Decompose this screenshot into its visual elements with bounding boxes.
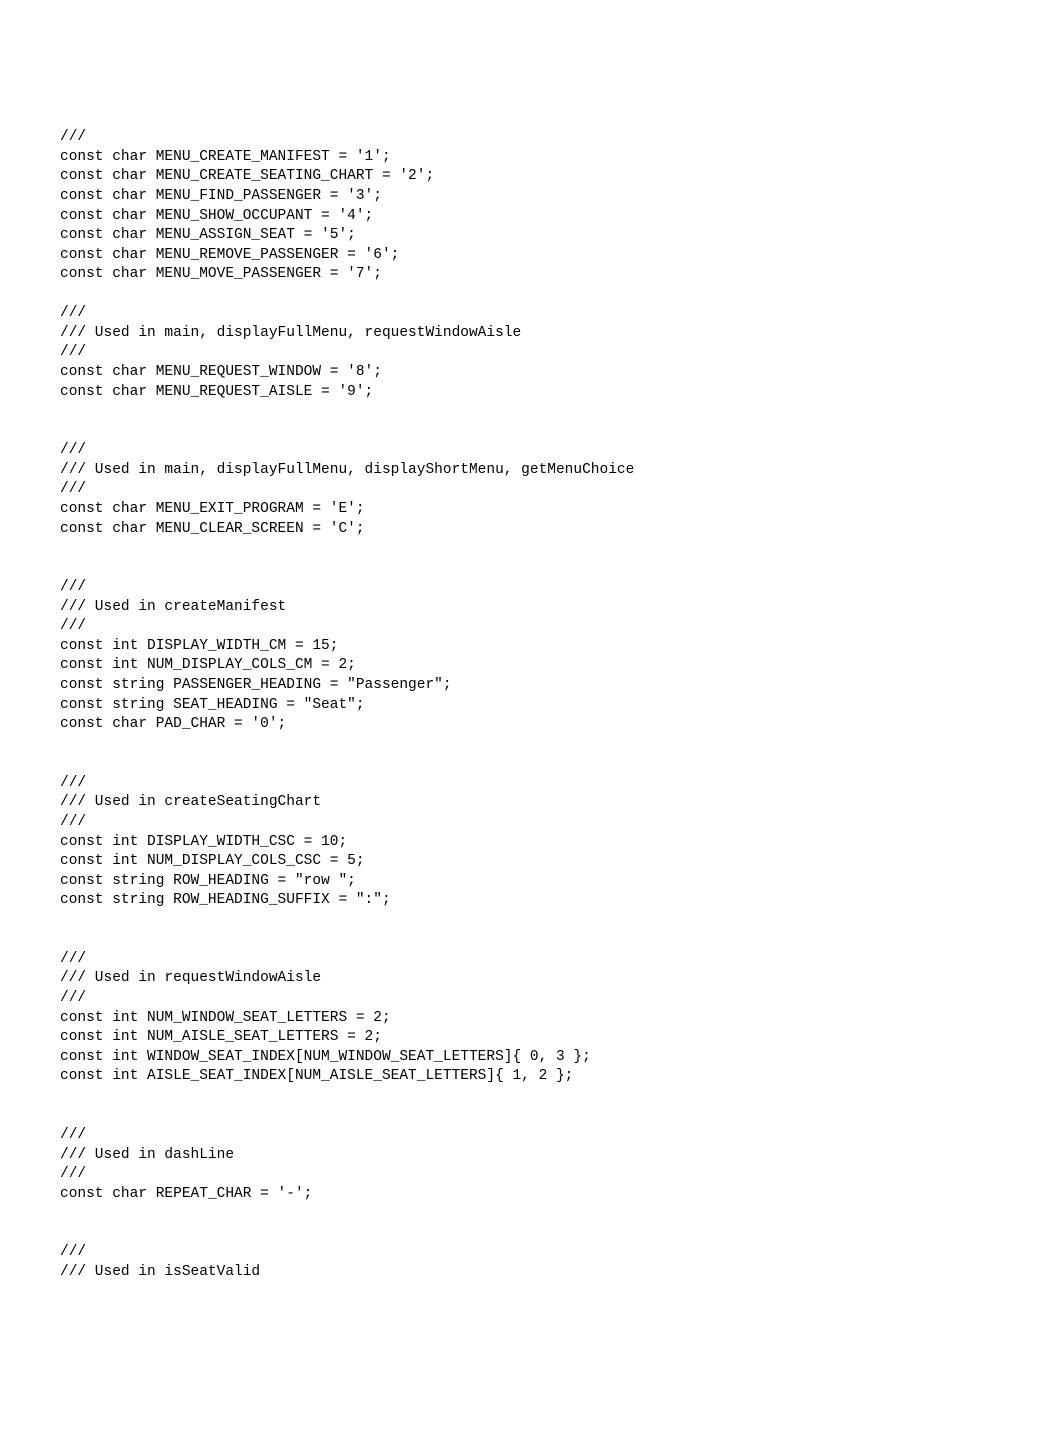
- code-block: /// const char MENU_CREATE_MANIFEST = '1…: [60, 128, 1002, 1282]
- code-text: /// const char MENU_CREATE_MANIFEST = '1…: [60, 129, 634, 1280]
